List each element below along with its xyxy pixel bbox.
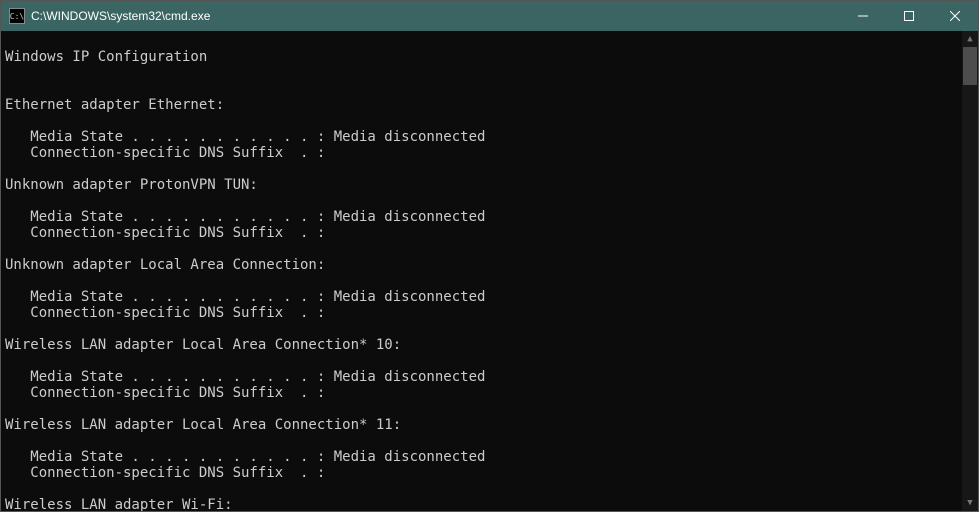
terminal-line: Unknown adapter Local Area Connection: xyxy=(5,257,958,273)
terminal-blank-line xyxy=(5,81,958,97)
scroll-thumb[interactable] xyxy=(963,47,977,85)
window-title: C:\WINDOWS\system32\cmd.exe xyxy=(31,9,840,23)
terminal-line: Media State . . . . . . . . . . . : Medi… xyxy=(5,209,958,225)
terminal-line: Media State . . . . . . . . . . . : Medi… xyxy=(5,289,958,305)
terminal-line: Connection-specific DNS Suffix . : xyxy=(5,465,958,481)
terminal-blank-line xyxy=(5,321,958,337)
terminal-line: Connection-specific DNS Suffix . : xyxy=(5,385,958,401)
terminal-line: Media State . . . . . . . . . . . : Medi… xyxy=(5,449,958,465)
terminal-line: Connection-specific DNS Suffix . : xyxy=(5,225,958,241)
terminal-line: Media State . . . . . . . . . . . : Medi… xyxy=(5,129,958,145)
terminal-line: Connection-specific DNS Suffix . : xyxy=(5,305,958,321)
cmd-icon: C:\ xyxy=(9,8,25,24)
terminal-blank-line xyxy=(5,161,958,177)
terminal-blank-line xyxy=(5,353,958,369)
terminal-line: Wireless LAN adapter Local Area Connecti… xyxy=(5,417,958,433)
window-controls xyxy=(840,1,978,31)
terminal-blank-line xyxy=(5,113,958,129)
titlebar[interactable]: C:\ C:\WINDOWS\system32\cmd.exe xyxy=(1,1,978,31)
terminal-line: Connection-specific DNS Suffix . : xyxy=(5,145,958,161)
terminal-blank-line xyxy=(5,273,958,289)
scrollbar-vertical[interactable]: ▲ ▼ xyxy=(962,31,978,511)
terminal-blank-line xyxy=(5,481,958,497)
scroll-up-arrow-icon[interactable]: ▲ xyxy=(962,31,978,47)
terminal-line: Ethernet adapter Ethernet: xyxy=(5,97,958,113)
terminal-blank-line xyxy=(5,433,958,449)
terminal-blank-line xyxy=(5,401,958,417)
close-button[interactable] xyxy=(932,1,978,31)
terminal-blank-line xyxy=(5,33,958,49)
terminal-line: Unknown adapter ProtonVPN TUN: xyxy=(5,177,958,193)
scroll-down-arrow-icon[interactable]: ▼ xyxy=(962,495,978,511)
terminal-area: Windows IP Configuration Ethernet adapter… xyxy=(1,31,978,511)
terminal-line: Wireless LAN adapter Local Area Connecti… xyxy=(5,337,958,353)
terminal-blank-line xyxy=(5,193,958,209)
maximize-button[interactable] xyxy=(886,1,932,31)
minimize-button[interactable] xyxy=(840,1,886,31)
terminal-line: Wireless LAN adapter Wi-Fi: xyxy=(5,497,958,511)
terminal-line: Media State . . . . . . . . . . . : Medi… xyxy=(5,369,958,385)
terminal-blank-line xyxy=(5,241,958,257)
terminal-blank-line xyxy=(5,65,958,81)
terminal-line: Windows IP Configuration xyxy=(5,49,958,65)
cmd-window: C:\ C:\WINDOWS\system32\cmd.exe Windows … xyxy=(0,0,979,512)
terminal-output[interactable]: Windows IP Configuration Ethernet adapter… xyxy=(1,31,962,511)
